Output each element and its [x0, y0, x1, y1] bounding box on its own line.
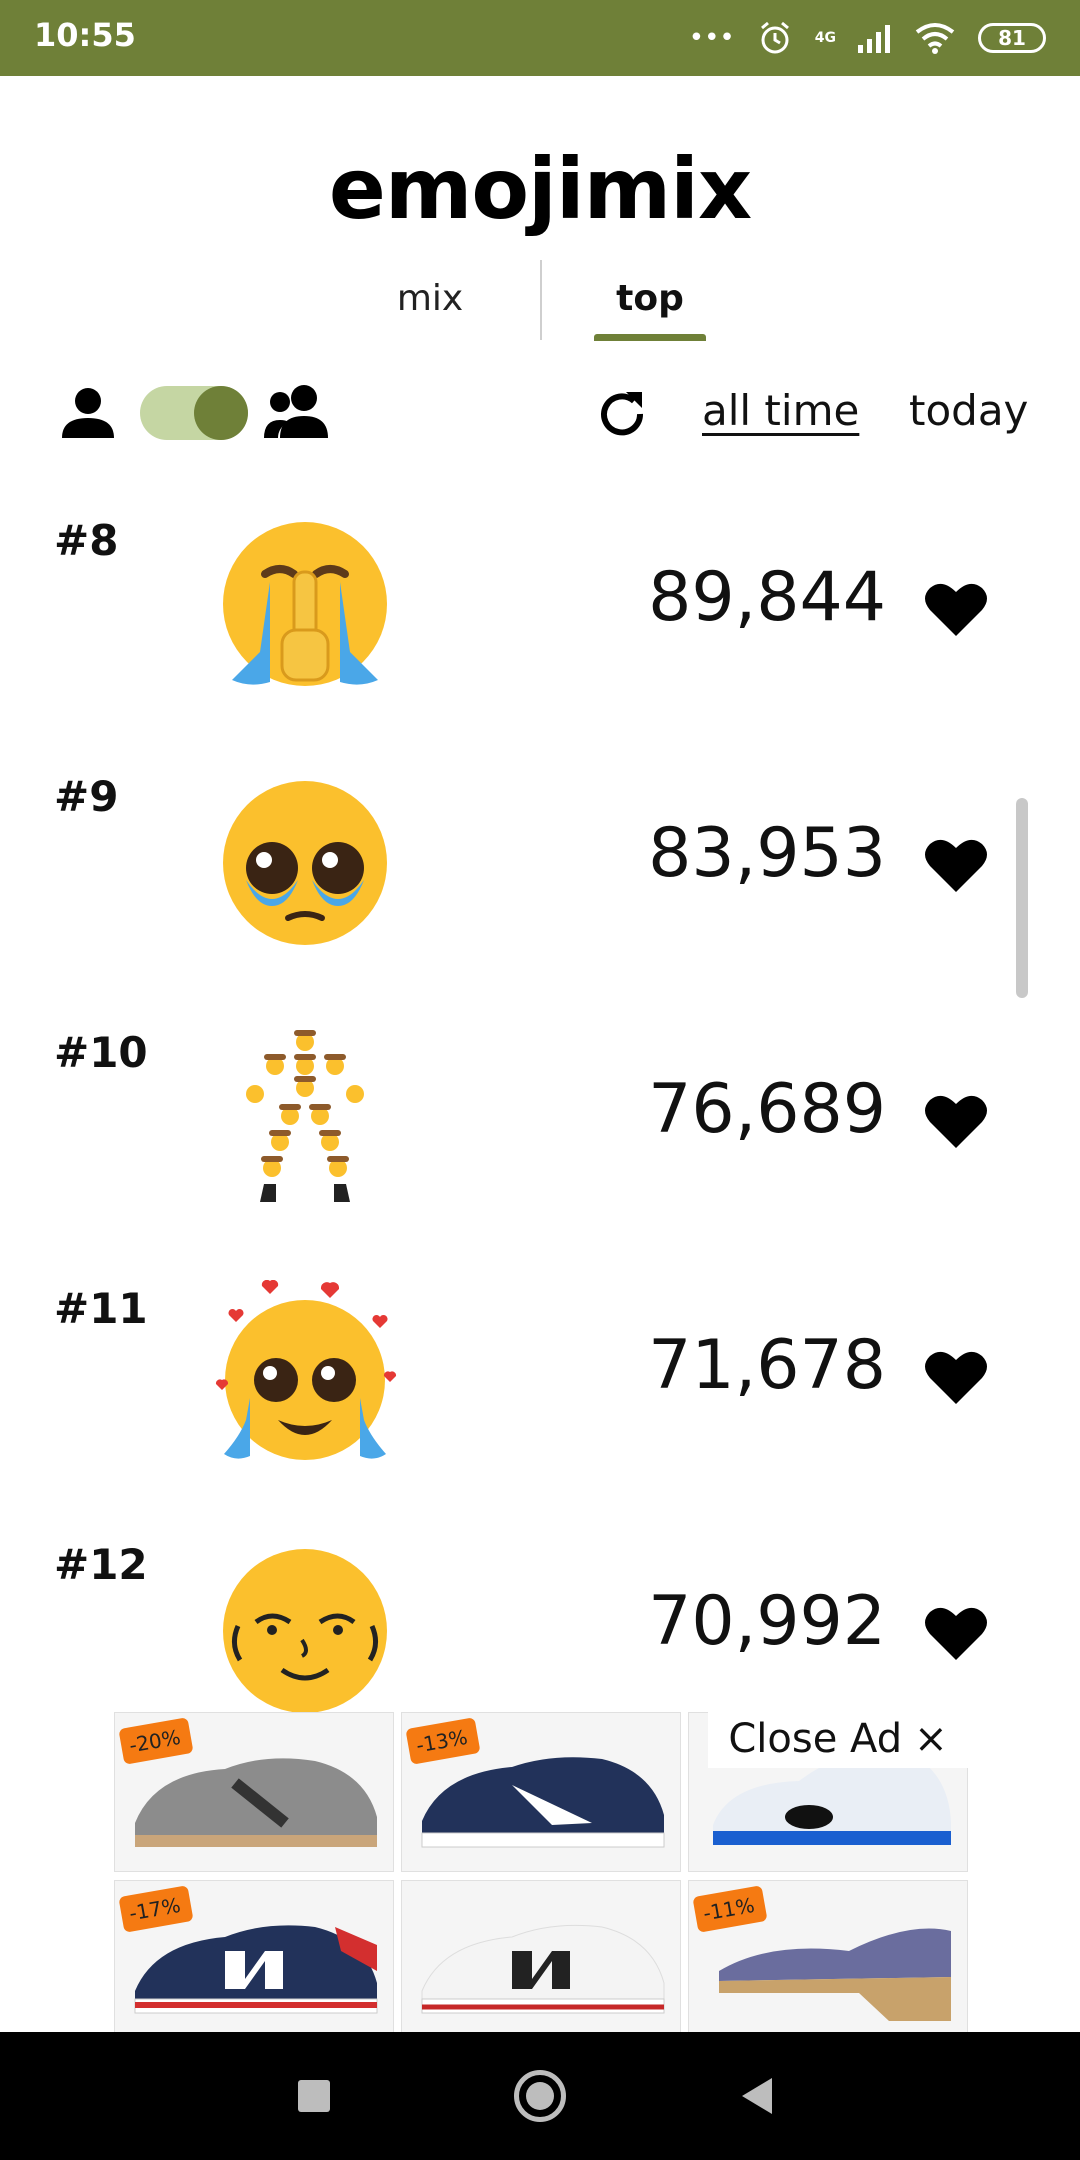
ad-product-tile[interactable]: -17%: [114, 1880, 394, 2040]
rank-label: #9: [54, 772, 119, 821]
list-item[interactable]: #9 83,953: [0, 738, 1080, 994]
heart-icon[interactable]: [924, 836, 988, 894]
like-count: 83,953: [648, 814, 886, 893]
recent-apps-button[interactable]: [298, 2080, 330, 2112]
rank-label: #11: [54, 1284, 148, 1333]
list-item[interactable]: #10 76,689: [0, 994, 1080, 1250]
wifi-icon: [915, 23, 955, 54]
status-bar: 10:55 ••• 4G 81: [0, 0, 1080, 76]
ad-product-tile[interactable]: -13%: [401, 1712, 681, 1872]
scrollbar[interactable]: [1016, 798, 1028, 998]
rank-label: #8: [54, 516, 119, 565]
home-button[interactable]: [514, 2070, 566, 2122]
like-count: 70,992: [648, 1582, 886, 1661]
heart-icon[interactable]: [924, 580, 988, 638]
tab-selected-indicator: [594, 334, 706, 341]
battery-indicator: 81: [978, 23, 1046, 53]
network-label: 4G: [814, 30, 836, 46]
list-item[interactable]: #11 71,678: [0, 1250, 1080, 1506]
loving-crying-face-icon[interactable]: [210, 1280, 400, 1470]
rank-label: #12: [54, 1540, 148, 1589]
status-time: 10:55: [34, 16, 136, 54]
pleading-crying-face-icon[interactable]: [210, 768, 400, 958]
close-icon: ×: [914, 1716, 948, 1762]
like-count: 76,689: [648, 1070, 886, 1149]
rank-label: #10: [54, 1028, 148, 1077]
white-black-sneaker-icon: [421, 1924, 665, 2014]
person-icon[interactable]: [60, 386, 116, 440]
filter-today[interactable]: today: [909, 386, 1028, 435]
toggle-knob: [194, 386, 248, 440]
refresh-icon[interactable]: [594, 386, 650, 442]
notification-dots: •••: [688, 23, 735, 53]
ad-product-tile[interactable]: [401, 1880, 681, 2040]
like-count: 89,844: [648, 558, 886, 637]
cowboy-figure-icon[interactable]: [210, 1024, 400, 1214]
status-icons: ••• 4G 81: [689, 16, 1046, 60]
close-ad-label: Close Ad: [728, 1716, 903, 1762]
tab-mix[interactable]: mix: [320, 258, 540, 342]
like-count: 71,678: [648, 1326, 886, 1405]
ranking-list: #8 89,844 #9 83,953 #10 76,689 #11 71,67…: [0, 482, 1080, 1712]
heart-icon[interactable]: [924, 1348, 988, 1406]
back-button[interactable]: [742, 2078, 772, 2114]
app-title: emojimix: [328, 140, 752, 238]
mode-toggle[interactable]: [140, 386, 248, 440]
filter-all-time[interactable]: all time: [702, 386, 859, 435]
heart-icon[interactable]: [924, 1604, 988, 1662]
ad-product-tile[interactable]: -11%: [688, 1880, 968, 2040]
system-nav-bar: [0, 2032, 1080, 2160]
signal-icon: [858, 25, 890, 53]
alarm-icon: [760, 21, 789, 54]
close-ad-button[interactable]: Close Ad ×: [708, 1710, 968, 1768]
list-item[interactable]: #12 70,992: [0, 1506, 1080, 1712]
lenny-face-icon[interactable]: [210, 1536, 400, 1712]
toolbar: all time today: [0, 372, 1080, 452]
list-item[interactable]: #8 89,844: [0, 482, 1080, 738]
people-icon[interactable]: [264, 382, 332, 442]
crying-shushing-face-icon[interactable]: [210, 512, 400, 702]
ad-product-tile[interactable]: -20%: [114, 1712, 394, 1872]
heart-icon[interactable]: [924, 1092, 988, 1150]
tab-bar: mix top: [320, 258, 760, 342]
tab-top[interactable]: top: [540, 258, 760, 342]
